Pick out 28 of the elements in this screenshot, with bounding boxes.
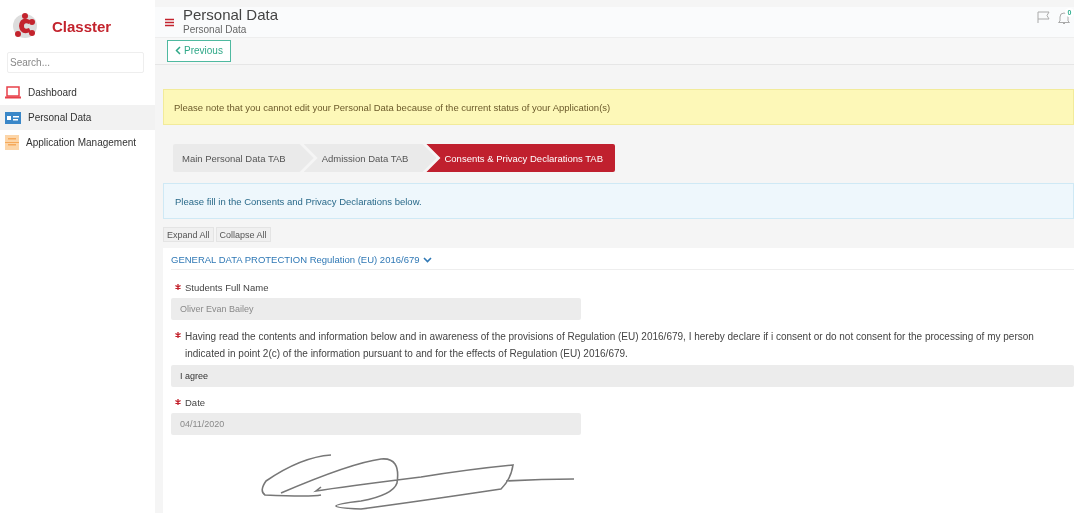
field-label: Having read the contents and information below and in awareness of the provisions of Regulation (EU) 2016/679, I hereby declare if i consent or do not consent for the processing of my person indicated in point 2(c) of the information pursuant to and for the effects of Regulation (EU) 2016/679.: [185, 330, 1034, 361]
folder-icon: [5, 135, 19, 150]
chevron-left-icon: [175, 46, 181, 56]
expand-all-button[interactable]: Expand All: [163, 227, 214, 242]
menu-icon[interactable]: [165, 18, 174, 27]
sidebar-item[interactable]: Dashboard: [0, 80, 155, 105]
tab[interactable]: Consents & Privacy Declarations TAB: [426, 144, 616, 172]
tab[interactable]: Main Personal Data TAB: [173, 144, 314, 172]
page-title: Personal Data: [183, 6, 279, 23]
collapse-all-button[interactable]: Collapse All: [215, 227, 271, 242]
info-banner: Please fill in the Consents and Privacy Declarations below.: [163, 183, 1074, 219]
tab[interactable]: Admission Data TAB: [303, 144, 437, 172]
breadcrumb: Personal Data: [183, 24, 248, 35]
laptop-icon: [5, 86, 21, 99]
flag-icon[interactable]: [1037, 11, 1050, 23]
logo-text: Classter: [52, 17, 112, 35]
bell-icon[interactable]: [1058, 11, 1070, 25]
warning-banner: Please note that you cannot edit your Personal Data because of the current status of your Application(s): [163, 89, 1074, 125]
chevron-down-icon: [422, 256, 432, 263]
select-field[interactable]: I agree: [171, 365, 1074, 387]
id-card-icon: [5, 111, 21, 124]
section-header[interactable]: GENERAL DATA PROTECTION Regulation (EU) 2016/679: [171, 250, 1074, 270]
field-label: Students Full Name: [185, 281, 269, 295]
logo-icon: [12, 12, 38, 40]
search-field[interactable]: Search...: [7, 52, 144, 73]
field-label: Date: [185, 396, 206, 410]
sidebar-item[interactable]: Personal Data: [0, 105, 155, 130]
sidebar-item[interactable]: Application Management: [0, 130, 155, 155]
